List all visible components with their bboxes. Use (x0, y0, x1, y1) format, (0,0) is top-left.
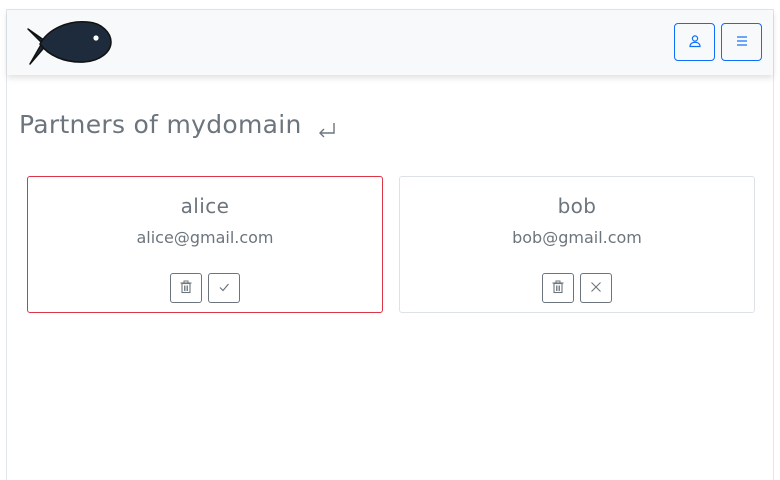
hamburger-menu-icon (735, 34, 749, 51)
trash-icon (551, 280, 565, 297)
reject-partner-button[interactable] (580, 273, 612, 303)
delete-partner-button[interactable] (170, 273, 202, 303)
partner-actions (400, 273, 754, 303)
user-icon (688, 34, 702, 51)
fish-logo-icon[interactable] (26, 19, 114, 67)
trash-icon (179, 280, 193, 297)
partner-name: alice (180, 194, 230, 218)
page-title: Partners of mydomain (19, 110, 302, 139)
partner-name: bob (557, 194, 597, 218)
partner-actions (28, 273, 382, 303)
accept-partner-button[interactable] (208, 273, 240, 303)
menu-button[interactable] (721, 23, 762, 61)
app-frame: Partners of mydomain alice alice@gmail.c… (6, 9, 774, 480)
user-button[interactable] (674, 23, 715, 61)
close-icon (589, 280, 603, 297)
delete-partner-button[interactable] (542, 273, 574, 303)
partner-email: bob@gmail.com (512, 228, 642, 247)
check-icon (217, 280, 231, 297)
partner-email: alice@gmail.com (136, 228, 274, 247)
partner-card-alice[interactable]: alice alice@gmail.com (27, 176, 383, 313)
navbar (7, 10, 773, 75)
return-arrow-icon[interactable] (316, 120, 338, 140)
partner-card-bob[interactable]: bob bob@gmail.com (399, 176, 755, 313)
